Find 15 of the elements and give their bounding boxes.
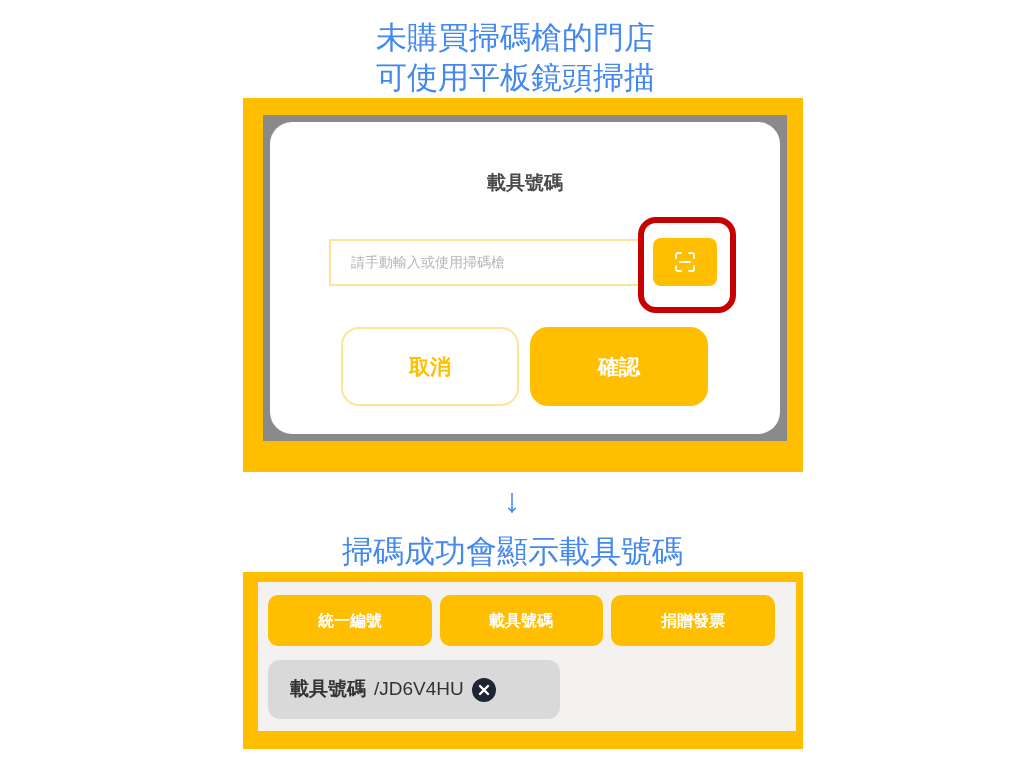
scan-icon — [675, 252, 695, 272]
caption-line: 未購買掃碼槍的門店 — [375, 19, 655, 57]
invoice-option-button[interactable]: 載具號碼 — [439, 595, 604, 646]
confirm-button[interactable]: 確認 — [529, 327, 708, 406]
input-field[interactable]: 請手動輸入或使用掃碼槍 — [329, 238, 641, 286]
dialog-title: 載具號碼 — [487, 171, 563, 195]
caption-line: 可使用平板鏡頭掃描 — [375, 59, 655, 97]
down-arrow: ↓ — [503, 480, 521, 521]
chip-value: /JD6V4HU — [374, 677, 464, 702]
chip-label: 載具號碼 — [290, 677, 366, 702]
cancel-button[interactable]: 取消 — [340, 327, 519, 406]
close-icon[interactable] — [471, 677, 496, 702]
invoice-option-button[interactable]: 捐贈發票 — [611, 595, 775, 646]
invoice-option-button[interactable]: 統一編號 — [268, 595, 432, 646]
caption-line: 掃碼成功會顯示載具號碼 — [341, 533, 683, 571]
